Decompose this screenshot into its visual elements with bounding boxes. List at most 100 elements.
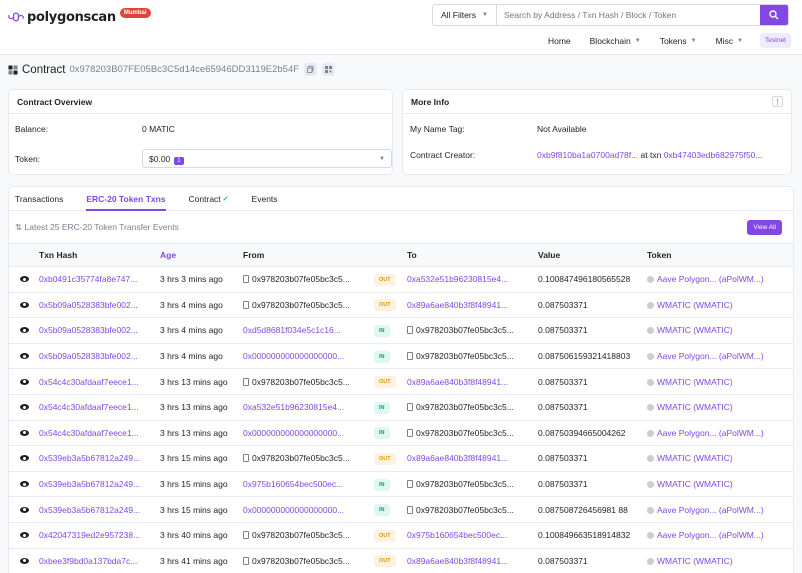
to-cell: 0x978203b07fe05bc3c5...: [407, 343, 538, 370]
token-link[interactable]: Aave Polygon... (aPolWM...): [657, 505, 764, 515]
preview-cell: [9, 471, 39, 498]
to-cell: 0x978203b07fe05bc3c5...: [407, 394, 538, 421]
eye-icon[interactable]: [19, 532, 29, 539]
search-button[interactable]: [760, 5, 788, 25]
token-transfers-table: Txn Hash Age From To Value Token 0xb0491…: [9, 243, 793, 573]
nav-misc[interactable]: Misc ▼: [716, 36, 743, 46]
network-badge: Mumbai: [119, 8, 151, 18]
eye-icon[interactable]: [19, 301, 29, 308]
creator-txn-link[interactable]: 0xb47403edb682975f50...: [664, 150, 763, 160]
token-link[interactable]: Aave Polygon... (aPolWM...): [657, 274, 764, 284]
eye-icon[interactable]: [19, 506, 29, 513]
search-input[interactable]: [497, 5, 760, 25]
token-link[interactable]: WMATIC (WMATIC): [657, 453, 733, 463]
from-address-link[interactable]: 0x000000000000000000...: [243, 428, 344, 438]
token-holdings-dropdown[interactable]: $0.00 1 ▼: [142, 149, 392, 168]
txn-hash-link[interactable]: 0x42047319ed2e957238...: [39, 530, 140, 540]
txn-hash-link[interactable]: 0xbee3f9bd0a137bda7c...: [39, 556, 137, 566]
from-address-link[interactable]: 0xa532e51b96230815e4...: [243, 402, 344, 412]
to-address: 0x978203b07fe05bc3c5...: [416, 325, 514, 336]
eye-icon[interactable]: [19, 353, 29, 360]
from-address-link[interactable]: 0x975b160654bec500ec...: [243, 479, 343, 489]
token-logo-icon: [647, 301, 654, 309]
balance-value: 0 MATIC: [142, 124, 175, 134]
eye-icon[interactable]: [19, 404, 29, 411]
tab-events[interactable]: Events: [252, 187, 289, 210]
token-link[interactable]: WMATIC (WMATIC): [657, 479, 733, 489]
txn-hash-link[interactable]: 0x5b09a0528383bfe002...: [39, 325, 138, 335]
to-address-link[interactable]: 0xa532e51b96230815e4...: [407, 274, 508, 284]
token-logo-icon: [647, 404, 654, 412]
qr-code-button[interactable]: [322, 63, 336, 76]
nav-blockchain[interactable]: Blockchain ▼: [590, 36, 641, 46]
eye-icon[interactable]: [19, 481, 29, 488]
direction-badge: IN: [374, 350, 390, 363]
token-cell: WMATIC (WMATIC): [647, 317, 793, 344]
value-cell: 0.100847496180565528: [538, 266, 647, 293]
tab-erc20-token-txns[interactable]: ERC-20 Token Txns: [86, 187, 176, 211]
view-all-button[interactable]: View All: [747, 219, 782, 235]
from-address: 0x978203b07fe05bc3c5...: [252, 376, 350, 387]
to-address-link[interactable]: 0x975b160654bec500ec...: [407, 530, 507, 540]
preview-cell: [9, 292, 39, 319]
creator-at-txn-label: at txn: [640, 150, 662, 160]
tab-contract[interactable]: Contract ✔: [189, 187, 240, 210]
txn-hash-link[interactable]: 0x54c4c30afdaaf7eece1...: [39, 402, 139, 412]
txn-hash-link[interactable]: 0xb0491c35774fa8e747...: [39, 274, 137, 284]
to-address-link[interactable]: 0x89a6ae840b3f8f48941...: [407, 556, 508, 566]
txn-hash-link[interactable]: 0x54c4c30afdaaf7eece1...: [39, 428, 139, 438]
from-address-link[interactable]: 0x000000000000000000...: [243, 351, 344, 361]
txn-hash-link[interactable]: 0x539eb3a5b67812a249...: [39, 453, 140, 463]
preview-cell: [9, 266, 39, 293]
from-address-link[interactable]: 0x000000000000000000...: [243, 505, 344, 515]
from-address: 0x978203b07fe05bc3c5...: [252, 530, 350, 541]
token-link[interactable]: WMATIC (WMATIC): [657, 325, 733, 335]
more-options-button[interactable]: ⋮: [772, 96, 783, 107]
direction-cell: IN: [374, 343, 407, 370]
value-cell: 0.087508726456981 88: [538, 496, 647, 523]
token-link[interactable]: Aave Polygon... (aPolWM...): [657, 351, 764, 361]
chevron-down-icon: ▼: [690, 37, 697, 44]
header-age-toggle[interactable]: Age: [160, 243, 243, 267]
token-link[interactable]: WMATIC (WMATIC): [657, 402, 733, 412]
search-filter-select[interactable]: All Filters ▼: [433, 5, 497, 25]
eye-icon[interactable]: [19, 429, 29, 436]
testnet-button[interactable]: Testnet: [760, 33, 791, 48]
to-address-link[interactable]: 0x89a6ae840b3f8f48941...: [407, 377, 508, 387]
to-address: 0x978203b07fe05bc3c5...: [416, 479, 514, 490]
copy-button[interactable]: [304, 63, 318, 76]
nav-tokens[interactable]: Tokens ▼: [660, 36, 697, 46]
txn-hash-link[interactable]: 0x5b09a0528383bfe002...: [39, 300, 138, 310]
token-link[interactable]: WMATIC (WMATIC): [657, 556, 733, 566]
from-address-link[interactable]: 0xd5d8681f034e5c1c16...: [243, 325, 341, 335]
token-link[interactable]: Aave Polygon... (aPolWM...): [657, 428, 764, 438]
eye-icon[interactable]: [19, 378, 29, 385]
eye-icon[interactable]: [19, 557, 29, 564]
to-cell: 0x978203b07fe05bc3c5...: [407, 496, 538, 523]
token-link[interactable]: WMATIC (WMATIC): [657, 300, 733, 310]
tab-transactions[interactable]: Transactions: [15, 187, 74, 210]
token-link[interactable]: WMATIC (WMATIC): [657, 377, 733, 387]
header-direction: [374, 243, 407, 267]
to-address-link[interactable]: 0x89a6ae840b3f8f48941...: [407, 453, 508, 463]
txn-hash-link[interactable]: 0x539eb3a5b67812a249...: [39, 505, 140, 515]
txn-hash-link[interactable]: 0x54c4c30afdaaf7eece1...: [39, 377, 139, 387]
direction-cell: OUT: [374, 368, 407, 395]
table-row: 0x539eb3a5b67812a249... 3 hrs 15 mins ago…: [9, 445, 793, 472]
txn-hash-link[interactable]: 0x5b09a0528383bfe002...: [39, 351, 138, 361]
nav-home[interactable]: Home: [548, 36, 571, 46]
to-address-link[interactable]: 0x89a6ae840b3f8f48941...: [407, 300, 508, 310]
token-link[interactable]: Aave Polygon... (aPolWM...): [657, 530, 764, 540]
from-cell: 0x978203b07fe05bc3c5...: [243, 368, 374, 395]
creator-address-link[interactable]: 0xb9f810ba1a0700ad78f...: [537, 150, 638, 160]
preview-cell: [9, 420, 39, 447]
eye-icon[interactable]: [19, 455, 29, 462]
eye-icon[interactable]: [19, 276, 29, 283]
token-logo-icon: [647, 429, 654, 437]
eye-icon[interactable]: [19, 327, 29, 334]
txn-hash-link[interactable]: 0x539eb3a5b67812a249...: [39, 479, 140, 489]
contract-label: Contract: [22, 63, 66, 76]
card-header: Contract Overview: [9, 90, 392, 114]
direction-cell: OUT: [374, 522, 407, 549]
logo[interactable]: polygonscan Mumbai: [8, 8, 151, 25]
